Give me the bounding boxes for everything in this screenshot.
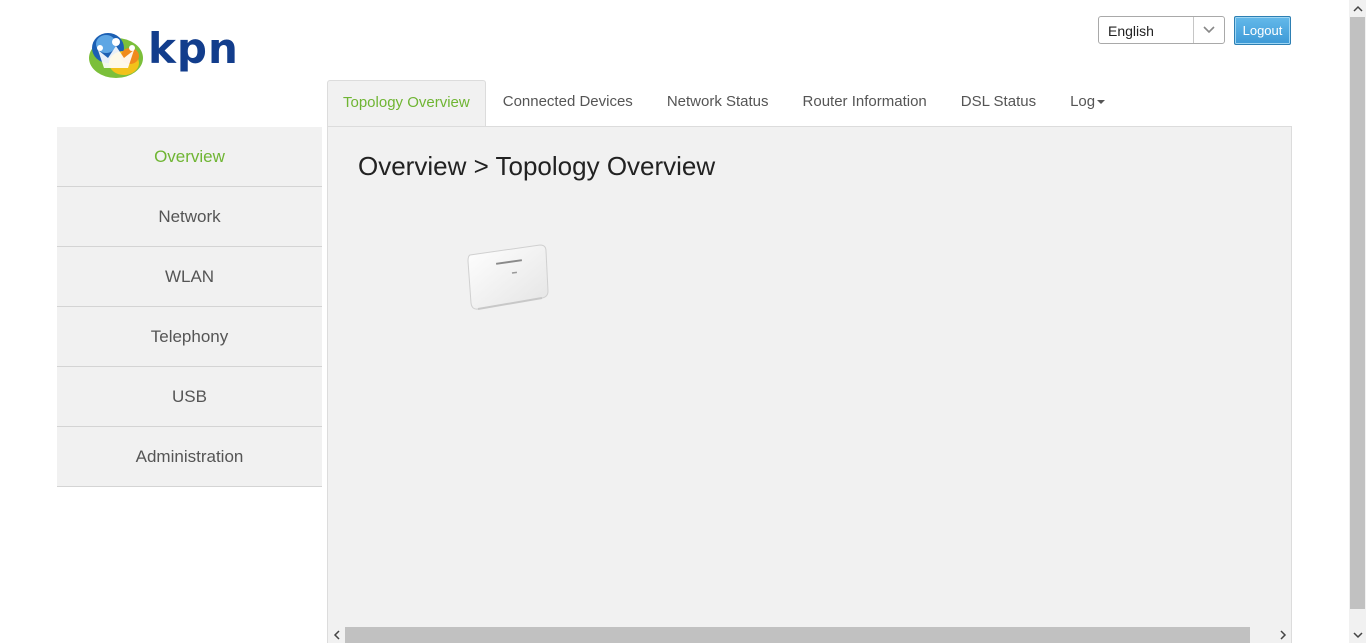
sidebar-item-overview[interactable]: Overview: [57, 127, 322, 187]
sidebar-item-network[interactable]: Network: [57, 187, 322, 247]
scroll-right-icon[interactable]: [1274, 626, 1291, 643]
scroll-up-icon[interactable]: [1349, 0, 1366, 17]
caret-down-icon: [1097, 100, 1106, 105]
sidebar: Overview Network WLAN Telephony USB Admi…: [57, 127, 322, 487]
vertical-scrollbar[interactable]: [1349, 0, 1366, 643]
page: kpn English Logout Topology Overview Con…: [0, 0, 1366, 643]
chevron-down-icon[interactable]: [1193, 17, 1224, 43]
logo-wordmark: kpn: [148, 24, 239, 73]
sidebar-item-administration[interactable]: Administration: [57, 427, 322, 487]
scroll-left-icon[interactable]: [328, 626, 345, 643]
sidebar-item-telephony[interactable]: Telephony: [57, 307, 322, 367]
tab-bar: Topology Overview Connected Devices Netw…: [327, 80, 1122, 127]
horizontal-scrollbar[interactable]: [328, 626, 1291, 643]
vertical-scroll-thumb[interactable]: [1350, 17, 1365, 609]
tab-router-information[interactable]: Router Information: [786, 80, 944, 126]
kpn-logo[interactable]: kpn: [86, 18, 239, 84]
router-icon[interactable]: [466, 241, 552, 313]
tab-connected-devices[interactable]: Connected Devices: [486, 80, 650, 126]
logout-button[interactable]: Logout: [1234, 16, 1291, 45]
horizontal-scroll-thumb[interactable]: [345, 627, 1250, 643]
content-panel: Overview > Topology Overview: [327, 126, 1292, 643]
sidebar-item-wlan[interactable]: WLAN: [57, 247, 322, 307]
language-selected-value: English: [1108, 23, 1154, 39]
tab-network-status[interactable]: Network Status: [650, 80, 786, 126]
tab-log-label: Log: [1070, 93, 1096, 110]
language-select[interactable]: English: [1098, 16, 1225, 44]
sidebar-item-usb[interactable]: USB: [57, 367, 322, 427]
page-title: Overview > Topology Overview: [358, 151, 716, 181]
scroll-down-icon[interactable]: [1349, 626, 1366, 643]
tab-dsl-status[interactable]: DSL Status: [944, 80, 1053, 126]
tab-log[interactable]: Log: [1053, 80, 1122, 126]
kpn-crown-icon: [89, 33, 143, 78]
tab-topology-overview[interactable]: Topology Overview: [327, 80, 486, 127]
